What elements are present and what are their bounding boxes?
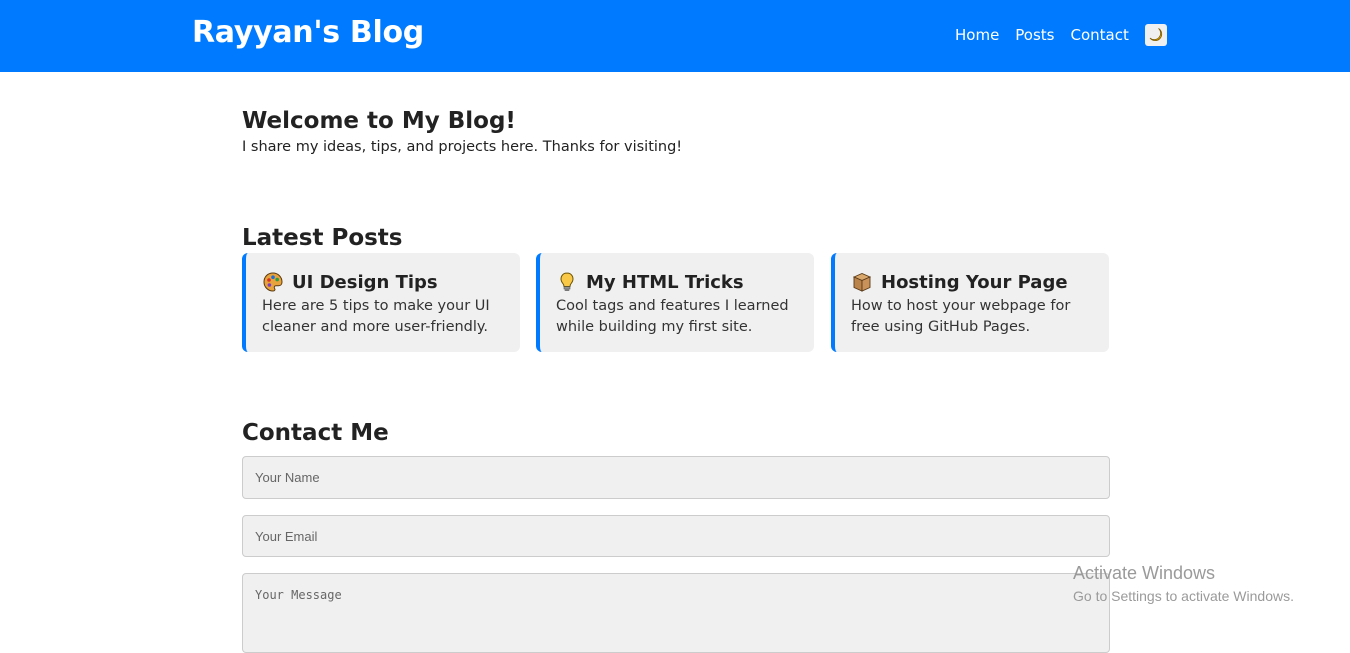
post-excerpt: Here are 5 tips to make your UI cleaner … bbox=[262, 298, 490, 335]
nav-link-contact[interactable]: Contact bbox=[1071, 24, 1129, 46]
nav-link-home[interactable]: Home bbox=[955, 24, 999, 46]
top-navbar: Rayyan's Blog Home Posts Contact bbox=[0, 0, 1350, 72]
posts-grid: UI Design Tips Here are 5 tips to make y… bbox=[242, 253, 1110, 352]
post-title: Hosting Your Page bbox=[881, 271, 1068, 293]
hero-title: Welcome to My Blog! bbox=[242, 108, 516, 134]
post-card[interactable]: UI Design Tips Here are 5 tips to make y… bbox=[242, 253, 520, 352]
activation-subtitle: Go to Settings to activate Windows. bbox=[1073, 588, 1294, 604]
package-box-icon bbox=[852, 273, 872, 292]
post-card[interactable]: Hosting Your Page How to host your webpa… bbox=[831, 253, 1109, 352]
post-title: UI Design Tips bbox=[292, 271, 438, 293]
post-title: My HTML Tricks bbox=[586, 271, 744, 293]
message-textarea[interactable] bbox=[242, 573, 1110, 653]
windows-activation-watermark: Activate Windows Go to Settings to activ… bbox=[1073, 562, 1294, 606]
post-excerpt: How to host your webpage for free using … bbox=[851, 298, 1071, 335]
post-card[interactable]: My HTML Tricks Cool tags and features I … bbox=[536, 253, 814, 352]
post-excerpt: Cool tags and features I learned while b… bbox=[556, 298, 789, 335]
main-nav: Home Posts Contact bbox=[955, 24, 1167, 46]
artist-palette-icon bbox=[263, 272, 283, 292]
name-input[interactable] bbox=[242, 456, 1110, 499]
theme-toggle-button[interactable] bbox=[1144, 24, 1167, 46]
contact-heading: Contact Me bbox=[242, 420, 389, 446]
email-input[interactable] bbox=[242, 515, 1110, 557]
nav-link-posts[interactable]: Posts bbox=[1015, 24, 1054, 46]
site-brand[interactable]: Rayyan's Blog bbox=[192, 15, 424, 50]
crescent-moon-icon bbox=[1149, 28, 1162, 41]
latest-posts-heading: Latest Posts bbox=[242, 225, 403, 251]
light-bulb-icon bbox=[560, 272, 574, 291]
activation-title: Activate Windows bbox=[1073, 563, 1216, 583]
hero-subtitle: I share my ideas, tips, and projects her… bbox=[242, 139, 683, 155]
